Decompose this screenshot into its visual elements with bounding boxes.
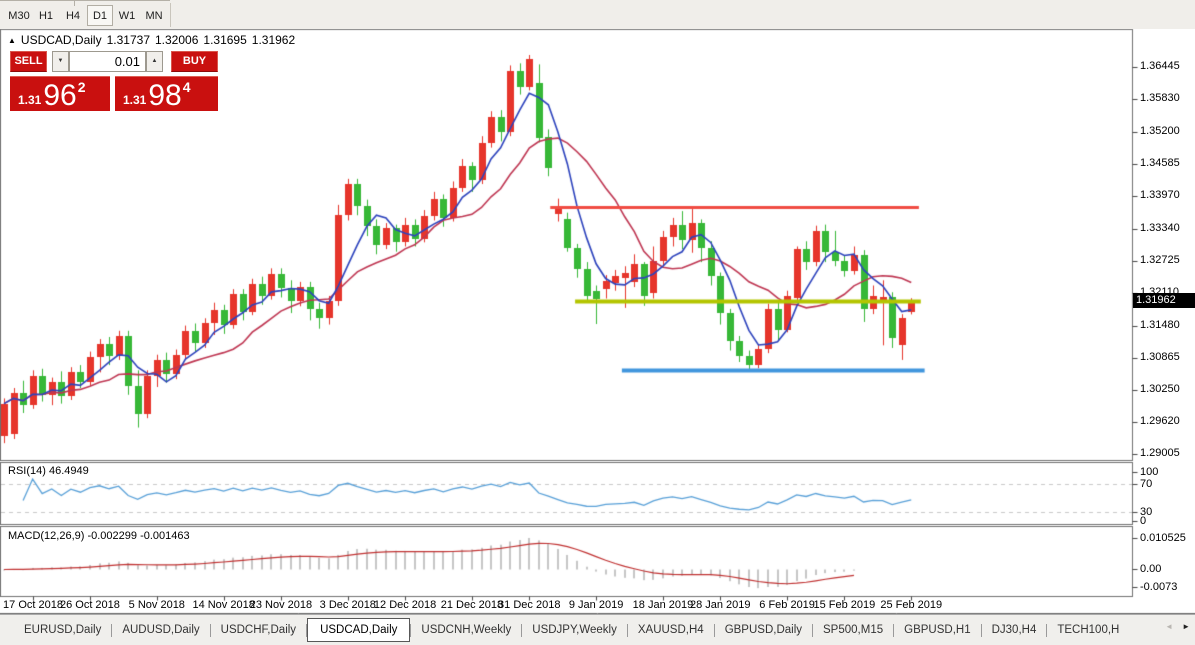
time-axis-label: 5 Nov 2018 <box>128 599 185 611</box>
price-axis-label: 1.29620 <box>1140 415 1180 427</box>
tab-scroll-arrows: ◄ ► <box>1165 622 1190 631</box>
price-axis-label: 1.35830 <box>1140 92 1180 104</box>
ask-price-big-digits: 98 <box>148 79 182 112</box>
ask-price-button[interactable]: 1.31 98 4 <box>115 76 218 111</box>
bottom-tab-usdcad-daily[interactable]: USDCAD,Daily <box>307 618 411 642</box>
macd-axis-label: 0.010525 <box>1140 532 1186 544</box>
time-axis-label: 15 Feb 2019 <box>813 599 876 611</box>
time-axis-label: 17 Oct 2018 <box>3 599 63 611</box>
time-axis-label: 26 Oct 2018 <box>59 599 120 611</box>
timeframe-toolbar: M30 H1 H4 D1 W1 MN <box>0 0 1195 29</box>
price-axis-label: 1.36445 <box>1140 60 1180 72</box>
bottom-tab-gbpusd-h1[interactable]: GBPUSD,H1 <box>894 617 980 643</box>
timeframe-button-mn[interactable]: MN <box>141 5 167 26</box>
price-axis-label: 1.35200 <box>1140 125 1180 137</box>
price-axis-label: 1.33340 <box>1140 222 1180 234</box>
bottom-tab-usdcnh-weekly[interactable]: USDCNH,Weekly <box>411 617 521 643</box>
volume-decrease-button[interactable]: ▼ <box>52 51 69 72</box>
bottom-tab-usdchf-daily[interactable]: USDCHF,Daily <box>211 617 306 643</box>
macd-axis-label: 0.00 <box>1140 563 1162 575</box>
bottom-tab-tech100-h[interactable]: TECH100,H <box>1047 617 1129 643</box>
macd-axis-label: -0.0073 <box>1140 581 1178 593</box>
bid-price-prefix: 1.31 <box>18 93 42 107</box>
time-axis-label: 12 Dec 2018 <box>373 599 437 611</box>
timeframe-button-h4[interactable]: H4 <box>60 5 86 26</box>
rsi-axis-label: 70 <box>1140 478 1153 490</box>
time-axis-label: 23 Nov 2018 <box>249 599 313 611</box>
rsi-axis-label: 0 <box>1140 515 1147 527</box>
bid-price-pip-digit: 2 <box>77 79 86 95</box>
bottom-tab-audusd-daily[interactable]: AUDUSD,Daily <box>112 617 209 643</box>
subwindow-collapse-icon[interactable]: ▲ <box>8 36 16 45</box>
mt4-chart-window: M30 H1 H4 D1 W1 MN ▲ USDCAD,Daily 1.31737 1.3… <box>0 0 1195 645</box>
macd-indicator-label: MACD(12,26,9) -0.002299 -0.001463 <box>8 530 190 542</box>
bottom-tab-dj30-h4[interactable]: DJ30,H4 <box>982 617 1047 643</box>
toolbar-hairline <box>0 0 170 1</box>
price-axis-label: 1.30250 <box>1140 383 1180 395</box>
price-axis-label: 1.32725 <box>1140 254 1180 266</box>
symbol-tab-bar: EURUSD,Daily AUDUSD,Daily USDCHF,Daily USDC… <box>0 614 1195 645</box>
time-axis-label: 14 Nov 2018 <box>192 599 255 611</box>
volume-increase-button[interactable]: ▲ <box>146 51 163 72</box>
time-axis-label: 9 Jan 2019 <box>568 599 624 611</box>
time-axis-label: 6 Feb 2019 <box>759 599 815 611</box>
one-click-trade-panel: SELL ▼ ▲ BUY 1.31 96 2 1.31 98 4 <box>10 51 220 113</box>
bid-price-button[interactable]: 1.31 96 2 <box>10 76 110 111</box>
timeframe-button-d1[interactable]: D1 <box>87 5 113 26</box>
price-axis-label: 1.30865 <box>1140 351 1180 363</box>
timeframe-button-m30[interactable]: M30 <box>6 5 32 26</box>
price-axis-label: 1.31480 <box>1140 319 1180 331</box>
bottom-tab-eurusd-daily[interactable]: EURUSD,Daily <box>14 617 111 643</box>
tab-scroll-right-icon[interactable]: ► <box>1182 622 1190 631</box>
bid-price-big-digits: 96 <box>43 79 77 112</box>
time-axis-label: 25 Feb 2019 <box>880 599 943 611</box>
ask-price-prefix: 1.31 <box>123 93 147 107</box>
buy-button[interactable]: BUY <box>171 51 218 72</box>
symbol-period-label: USDCAD,Daily <box>20 33 102 47</box>
timeframe-button-h1[interactable]: H1 <box>33 5 59 26</box>
tab-scroll-left-icon[interactable]: ◄ <box>1165 622 1173 631</box>
bottom-tab-gbpusd-daily[interactable]: GBPUSD,Daily <box>715 617 812 643</box>
bottom-tab-usdjpy-weekly[interactable]: USDJPY,Weekly <box>522 617 627 643</box>
time-axis-label: 3 Dec 2018 <box>319 599 376 611</box>
bottom-tab-xauusd-h4[interactable]: XAUUSD,H4 <box>628 617 714 643</box>
time-axis-label: 18 Jan 2019 <box>632 599 694 611</box>
time-axis-label: 31 Dec 2018 <box>498 599 561 611</box>
ohlc-close: 1.31962 <box>251 33 296 47</box>
toolbar-separator <box>170 3 171 27</box>
chart-title: ▲ USDCAD,Daily 1.31737 1.32006 1.31695 1… <box>8 33 295 47</box>
ohlc-open: 1.31737 <box>106 33 150 47</box>
bottom-tab-sp500-m15[interactable]: SP500,M15 <box>813 617 893 643</box>
volume-input[interactable] <box>69 51 146 72</box>
price-axis-label: 1.29005 <box>1140 447 1180 459</box>
price-axis-label: 1.32110 <box>1140 286 1179 298</box>
ohlc-high: 1.32006 <box>155 33 199 47</box>
timeframe-button-w1[interactable]: W1 <box>114 5 140 26</box>
price-axis-label: 1.33970 <box>1140 189 1180 201</box>
rsi-indicator-label: RSI(14) 46.4949 <box>8 465 89 477</box>
sell-button[interactable]: SELL <box>10 51 47 72</box>
time-axis-label: 28 Jan 2019 <box>689 599 751 611</box>
ohlc-low: 1.31695 <box>203 33 247 47</box>
price-axis-label: 1.34585 <box>1140 157 1180 169</box>
ask-price-pip-digit: 4 <box>182 79 191 95</box>
time-axis-label: 21 Dec 2018 <box>440 599 504 611</box>
rsi-axis-label: 100 <box>1140 466 1159 478</box>
